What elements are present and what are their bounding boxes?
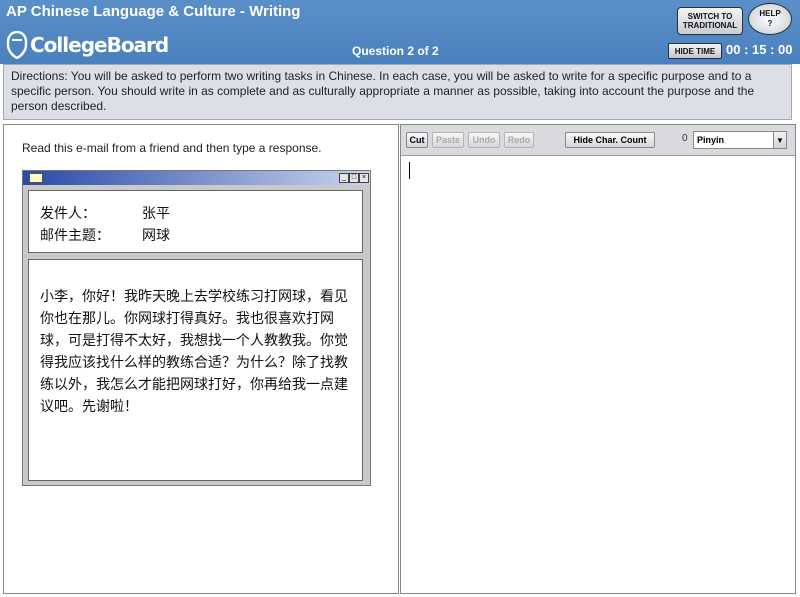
chevron-down-icon[interactable]: ▼ — [773, 131, 787, 149]
char-count-value: 0 — [682, 133, 688, 144]
response-pane: Cut Paste Undo Redo Hide Char. Count 0 P… — [400, 124, 796, 594]
email-header: 发件人： 张平 邮件主题： 网球 — [28, 190, 363, 253]
prompt-instruction: Read this e-mail from a friend and then … — [22, 141, 322, 155]
email-window: _ □ × 发件人： 张平 邮件主题： 网球 小李，你好！我昨天晚上去学校练习打… — [22, 170, 371, 486]
hide-char-count-button[interactable]: Hide Char. Count — [565, 132, 655, 148]
subject-label: 邮件主题： — [40, 228, 110, 244]
switch-label-line2: TRADITIONAL — [682, 21, 738, 30]
stimulus-pane: Read this e-mail from a friend and then … — [3, 124, 399, 594]
directions-panel: Directions: You will be asked to perform… — [3, 64, 792, 120]
help-label: HELP — [759, 9, 781, 18]
email-titlebar: _ □ × — [23, 171, 370, 185]
envelope-icon — [29, 173, 43, 183]
header-bar: AP Chinese Language & Culture - Writing … — [0, 0, 800, 64]
logo-text: CollegeBoard — [30, 33, 169, 57]
undo-button[interactable]: Undo — [468, 132, 500, 148]
app-title: AP Chinese Language & Culture - Writing — [6, 3, 301, 20]
from-row: 发件人： 张平 — [40, 203, 170, 223]
from-label: 发件人： — [40, 206, 96, 222]
subject-value: 网球 — [142, 228, 170, 244]
minimize-icon: _ — [339, 173, 349, 183]
acorn-shield-icon — [6, 31, 28, 59]
editor-toolbar: Cut Paste Undo Redo Hide Char. Count 0 P… — [401, 125, 795, 156]
from-value: 张平 — [142, 206, 170, 222]
question-counter: Question 2 of 2 — [352, 44, 439, 58]
text-caret — [409, 162, 410, 179]
response-textarea[interactable] — [401, 156, 795, 593]
subject-row: 邮件主题： 网球 — [40, 225, 170, 245]
redo-button[interactable]: Redo — [504, 132, 534, 148]
collegeboard-logo: CollegeBoard — [6, 31, 169, 59]
help-question-icon: ? — [767, 19, 773, 28]
paste-button[interactable]: Paste — [432, 132, 464, 148]
hide-time-button[interactable]: HIDE TIME — [668, 43, 722, 59]
email-body: 小李，你好！我昨天晚上去学校练习打网球，看见你也在那儿。你网球打得真好。我也很喜… — [28, 259, 363, 481]
switch-label-line1: SWITCH TO — [687, 12, 733, 21]
switch-to-traditional-button[interactable]: SWITCH TO TRADITIONAL — [677, 7, 743, 35]
maximize-icon: □ — [349, 173, 359, 183]
ime-select[interactable]: Pinyin — [693, 131, 775, 149]
cut-button[interactable]: Cut — [406, 132, 428, 148]
close-icon: × — [359, 173, 369, 183]
help-button[interactable]: HELP ? — [748, 3, 792, 35]
countdown-timer: 00 : 15 : 00 — [726, 42, 793, 57]
